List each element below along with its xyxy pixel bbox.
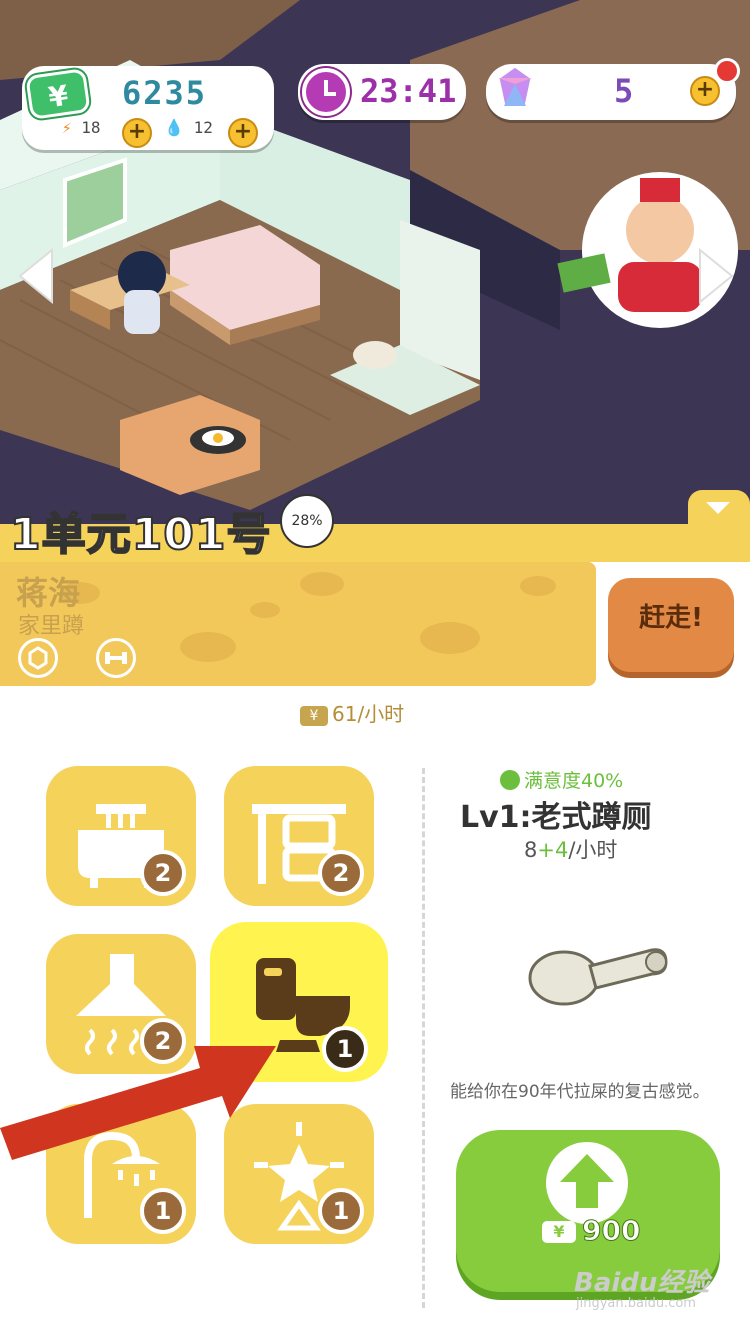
- money-value: 6235: [122, 74, 208, 112]
- add-gems-button[interactable]: +: [690, 76, 720, 106]
- watermark-url: jingyan.baidu.com: [576, 1296, 696, 1311]
- tenant-card: 蒋海 家里蹲: [0, 562, 596, 686]
- yen-icon: ¥: [25, 68, 91, 120]
- satisfaction-label: 满意度40%: [500, 766, 623, 793]
- room-title: 1单元101号: [9, 508, 272, 561]
- slot-count-badge: 1: [322, 1026, 368, 1072]
- money-panel: ¥ 6235 ⚡ 18 + 💧 12 +: [22, 66, 274, 150]
- evict-button[interactable]: 赶走!: [608, 578, 734, 672]
- item-title: Lv1:老式蹲厕: [460, 800, 652, 835]
- time-value: 23:41: [360, 72, 457, 110]
- rent-rate: ¥61/小时: [300, 698, 404, 727]
- water-drop-icon: 💧: [164, 118, 184, 137]
- diamond-icon: [496, 64, 534, 108]
- yen-icon: ¥: [300, 705, 328, 726]
- box-icon[interactable]: [18, 638, 58, 678]
- slot-count-badge: 2: [140, 850, 186, 896]
- chevron-down-icon: [706, 502, 730, 514]
- annotation-arrow-icon: [0, 1046, 276, 1160]
- rent-value: 61/小时: [332, 702, 405, 726]
- room-progress-badge: 28%: [280, 494, 334, 548]
- item-rate: 8+4/小时: [524, 834, 617, 864]
- tenant-status: 家里蹲: [18, 614, 85, 639]
- previous-room-arrow-icon[interactable]: [16, 246, 56, 306]
- gem-value: 5: [614, 72, 634, 110]
- water-value: 12: [193, 118, 213, 137]
- item-description: 能给你在90年代拉屎的复古感觉。: [450, 1082, 710, 1102]
- energy-stat: ⚡ 18: [62, 118, 101, 137]
- collapse-tab[interactable]: [688, 490, 750, 530]
- panel-divider: [422, 768, 425, 1308]
- add-energy-button[interactable]: +: [122, 118, 152, 148]
- dumbbell-icon[interactable]: [96, 638, 136, 678]
- lightning-icon: ⚡: [62, 118, 72, 137]
- water-stat: 💧 12: [164, 118, 213, 137]
- time-panel: 23:41: [298, 64, 466, 120]
- rate-unit: /小时: [568, 838, 618, 862]
- upgrade-cost: ¥900: [542, 1214, 641, 1248]
- slot-count-badge: 2: [318, 850, 364, 896]
- furniture-slot-bathtub[interactable]: 2: [46, 766, 196, 906]
- clock-icon: [302, 68, 350, 116]
- energy-value: 18: [81, 118, 101, 137]
- next-room-arrow-icon[interactable]: [696, 246, 736, 306]
- add-water-button[interactable]: +: [228, 118, 258, 148]
- slot-count-badge: 1: [140, 1188, 186, 1234]
- rate-bonus: +4: [537, 838, 569, 862]
- up-arrow-icon: [546, 1142, 628, 1224]
- smile-icon: [500, 770, 520, 790]
- squat-toilet-image: [528, 948, 668, 1006]
- notification-dot: [714, 58, 740, 84]
- yen-icon: ¥: [542, 1221, 576, 1243]
- slot-count-badge: 1: [318, 1188, 364, 1234]
- gem-panel: 5 +: [486, 58, 740, 120]
- game-scene[interactable]: ¥ 6235 ⚡ 18 + 💧 12 + 23:41 5 +: [0, 0, 750, 545]
- furniture-slot-desk[interactable]: 2: [224, 766, 374, 906]
- rate-base: 8: [524, 838, 538, 862]
- satisfaction-value: 满意度40%: [524, 770, 624, 792]
- watermark-brand: Baidu经验: [574, 1268, 710, 1298]
- upgrade-cost-value: 900: [581, 1214, 641, 1248]
